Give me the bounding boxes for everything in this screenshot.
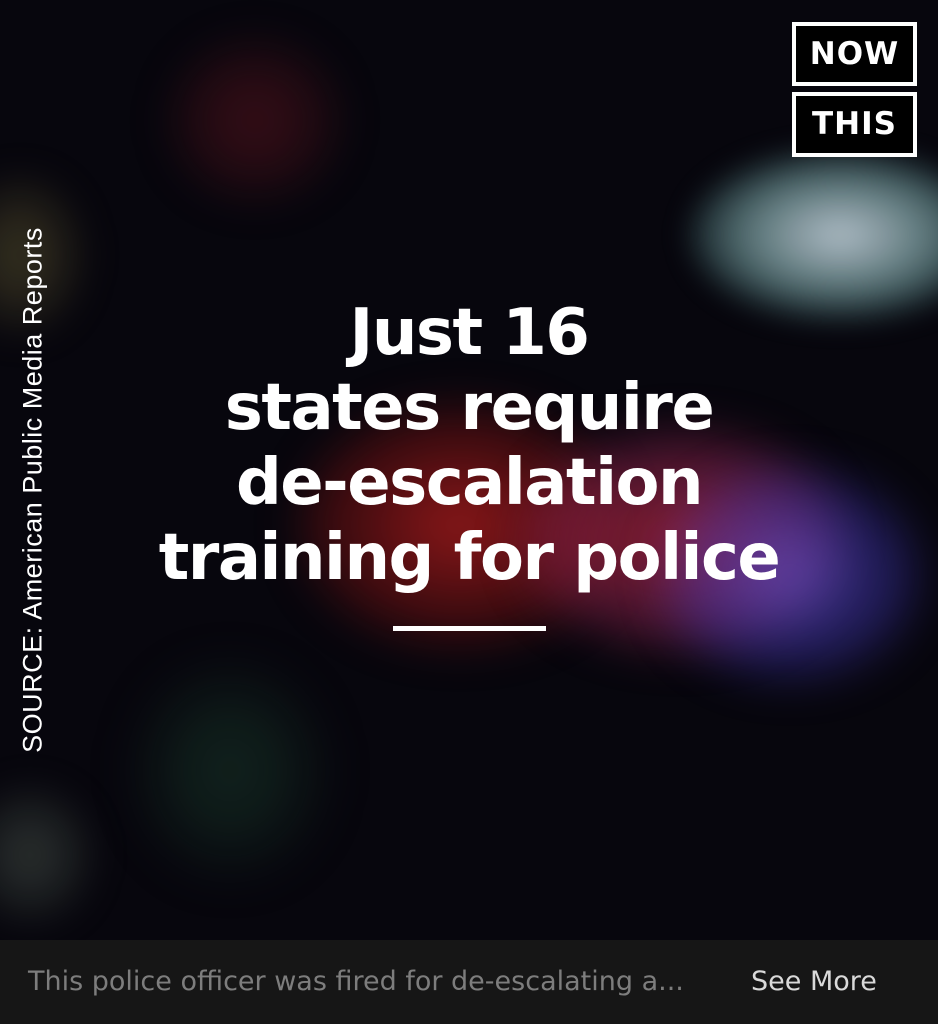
bokeh-light [140,670,320,870]
headline-line: de-escalation [235,446,704,520]
bokeh-light [0,790,90,920]
logo-this: THIS [792,92,917,157]
post-caption: This police officer was fired for de-esc… [28,966,684,997]
video-post: NOW THIS SOURCE: American Public Media R… [0,0,938,1024]
headline-line: Just 16 [349,296,590,370]
bokeh-light [170,40,340,200]
logo-now: NOW [792,22,917,86]
headline-line: training for police [158,521,781,595]
see-more-link[interactable]: See More [751,966,877,997]
video-headline: Just 16 states require de-escalation tra… [0,296,938,596]
headline-line: states require [224,371,715,445]
video-player[interactable]: NOW THIS SOURCE: American Public Media R… [0,0,938,940]
headline-underline [393,626,546,631]
bokeh-light [690,150,938,320]
nowthis-logo: NOW THIS [792,22,917,157]
caption-bar: This police officer was fired for de-esc… [0,940,938,1024]
